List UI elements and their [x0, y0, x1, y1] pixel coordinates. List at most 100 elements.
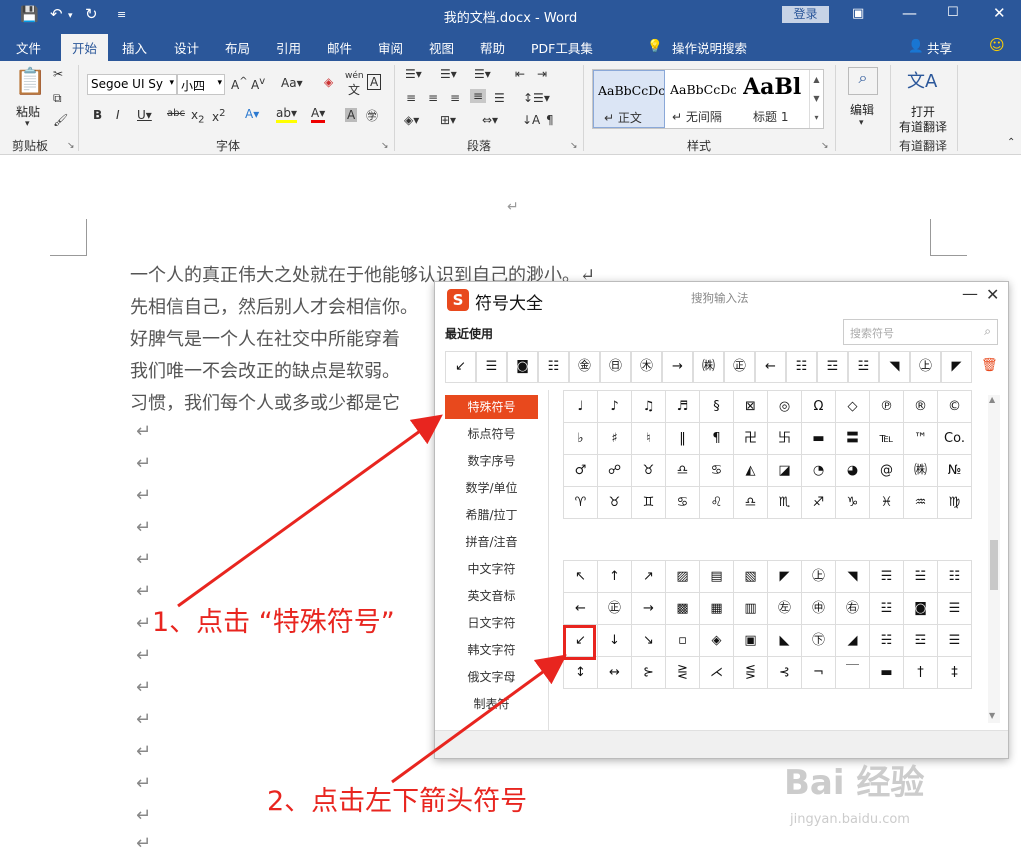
format-painter-icon[interactable]: 🖌	[53, 113, 68, 127]
styles-launcher-icon[interactable]: ↘	[821, 141, 829, 151]
category-item[interactable]: 拼音/注音	[445, 530, 538, 554]
symbol-cell[interactable]: ⊠	[733, 390, 768, 423]
dialog-close-icon[interactable]: ✕	[986, 285, 999, 304]
trash-icon[interactable]: 🗑	[981, 358, 998, 373]
paragraph-launcher-icon[interactable]: ↘	[570, 141, 578, 151]
symbol-cell[interactable]: ▬	[801, 422, 836, 455]
symbol-cell[interactable]: ←	[563, 592, 598, 625]
symbol-cell[interactable]: ♭	[563, 422, 598, 455]
tab-layout[interactable]: 布局	[225, 38, 250, 57]
recent-symbol-cell[interactable]: ㊣	[724, 351, 755, 383]
symbol-cell[interactable]: ㊣	[597, 592, 632, 625]
tab-view[interactable]: 视图	[429, 38, 454, 57]
copy-icon[interactable]: ⧉	[53, 91, 62, 106]
symbol-cell[interactable]: ℗	[869, 390, 904, 423]
symbol-cell[interactable]: ♌	[699, 486, 734, 519]
smiley-icon[interactable]: ☺	[989, 36, 1005, 54]
symbol-cell[interactable]: ↘	[631, 624, 666, 657]
symbol-cell[interactable]: ▩	[665, 592, 700, 625]
shrink-font-icon[interactable]: Av	[251, 76, 265, 92]
symbol-cell[interactable]: ♩	[563, 390, 598, 423]
recent-symbol-cell[interactable]: ☰	[476, 351, 507, 383]
maximize-icon[interactable]: ☐	[947, 5, 959, 20]
symbol-cell[interactable]: ♓	[869, 486, 904, 519]
symbol-cell[interactable]: ㈱	[903, 454, 938, 487]
symbol-cell[interactable]: @	[869, 454, 904, 487]
symbol-cell[interactable]: ®	[903, 390, 938, 423]
justify-icon[interactable]: ≡	[470, 89, 487, 103]
highlight-color-icon[interactable]: ab▾	[276, 106, 297, 123]
symbol-cell[interactable]: ♎	[733, 486, 768, 519]
symbol-cell[interactable]: ♐	[801, 486, 836, 519]
translate-icon[interactable]: 文A	[907, 67, 937, 93]
recent-symbol-cell[interactable]: ◥	[879, 351, 910, 383]
close-icon[interactable]: ✕	[993, 4, 1006, 22]
symbol-cell[interactable]: ♋	[665, 486, 700, 519]
symbol-cell[interactable]: ▫	[665, 624, 700, 657]
symbol-cell[interactable]: ‡	[937, 656, 972, 689]
tell-me-search[interactable]: 操作说明搜索	[672, 38, 747, 57]
login-button[interactable]: 登录	[782, 6, 829, 23]
symbol-cell[interactable]: ㊧	[767, 592, 802, 625]
scroll-up-icon[interactable]: ▲	[989, 395, 995, 404]
symbol-cell[interactable]: ▥	[733, 592, 768, 625]
symbol-cell[interactable]: ◈	[699, 624, 734, 657]
ribbon-display-icon[interactable]: ▣	[852, 6, 864, 21]
symbol-cell[interactable]: ♂	[563, 454, 598, 487]
symbol-cell[interactable]: ☱	[903, 560, 938, 593]
recent-symbol-cell[interactable]: ㊤	[910, 351, 941, 383]
shading-icon[interactable]: ◈▾	[404, 113, 419, 127]
recent-symbol-cell[interactable]: ☲	[817, 351, 848, 383]
underline-icon[interactable]: U▾	[137, 108, 152, 122]
symbol-cell[interactable]: ♉	[597, 486, 632, 519]
superscript-icon[interactable]: x2	[212, 108, 225, 124]
symbol-cell[interactable]: ◎	[767, 390, 802, 423]
grow-font-icon[interactable]: A^	[231, 76, 248, 92]
styles-scroll[interactable]: ▲ ▼ ▾	[809, 70, 823, 128]
symbol-cell[interactable]: ↑	[597, 560, 632, 593]
sort-icon[interactable]: ↓A	[522, 113, 540, 127]
character-shading-icon[interactable]: A	[345, 108, 358, 122]
symbol-cell[interactable]: ☵	[869, 624, 904, 657]
symbol-cell[interactable]: ▦	[699, 592, 734, 625]
show-marks-icon[interactable]: ¶	[546, 113, 554, 127]
symbol-cell[interactable]: ♬	[665, 390, 700, 423]
symbol-cell[interactable]: ♒	[903, 486, 938, 519]
symbol-cell[interactable]: ￣	[835, 656, 870, 689]
category-item[interactable]: 标点符号	[445, 422, 538, 446]
enclose-characters-icon[interactable]: ㊫	[366, 107, 378, 124]
increase-indent-icon[interactable]: ⇥	[537, 67, 547, 81]
clear-formatting-icon[interactable]: ◈	[324, 75, 333, 89]
font-color-icon[interactable]: A▾	[311, 106, 326, 123]
symbol-cell[interactable]: ♏	[767, 486, 802, 519]
symbol-cell[interactable]: ™	[903, 422, 938, 455]
symbol-cell[interactable]: ㊦	[801, 624, 836, 657]
doc-paragraph[interactable]: 习惯，我们每个人或多或少都是它	[130, 389, 400, 415]
asian-layout-icon[interactable]: ⇔▾	[482, 113, 498, 127]
style-no-spacing[interactable]: AaBbCcDc ↵ 无间隔	[666, 70, 738, 128]
category-item[interactable]: 俄文字母	[445, 665, 538, 689]
symbol-cell[interactable]: ⊰	[767, 656, 802, 689]
symbol-cell[interactable]: ↔	[597, 656, 632, 689]
distributed-icon[interactable]: ☰	[494, 91, 505, 105]
recent-symbol-cell[interactable]: ◙	[507, 351, 538, 383]
borders-icon[interactable]: ⊞▾	[440, 113, 456, 127]
symbol-cell[interactable]: ¬	[801, 656, 836, 689]
symbol-cell[interactable]: ¶	[699, 422, 734, 455]
symbol-cell[interactable]: Co.	[937, 422, 972, 455]
symbol-cell[interactable]: ♫	[631, 390, 666, 423]
doc-paragraph[interactable]: 我们唯一不会改正的缺点是软弱。	[130, 357, 400, 383]
symbol-cell[interactable]: ☷	[937, 560, 972, 593]
symbol-cell[interactable]: ☲	[903, 624, 938, 657]
symbol-cell[interactable]: ㊨	[835, 592, 870, 625]
share-button[interactable]: 共享	[927, 38, 952, 57]
symbol-cell[interactable]: ⋌	[699, 656, 734, 689]
strikethrough-icon[interactable]: abc	[167, 108, 185, 119]
symbol-cell[interactable]: ♊	[631, 486, 666, 519]
symbol-cell[interactable]: ©	[937, 390, 972, 423]
recent-symbol-cell[interactable]: →	[662, 351, 693, 383]
change-case-icon[interactable]: Aa▾	[281, 76, 303, 90]
tab-references[interactable]: 引用	[276, 38, 301, 57]
recent-symbol-cell[interactable]: ㊎	[569, 351, 600, 383]
category-item[interactable]: 制表符	[445, 692, 538, 716]
